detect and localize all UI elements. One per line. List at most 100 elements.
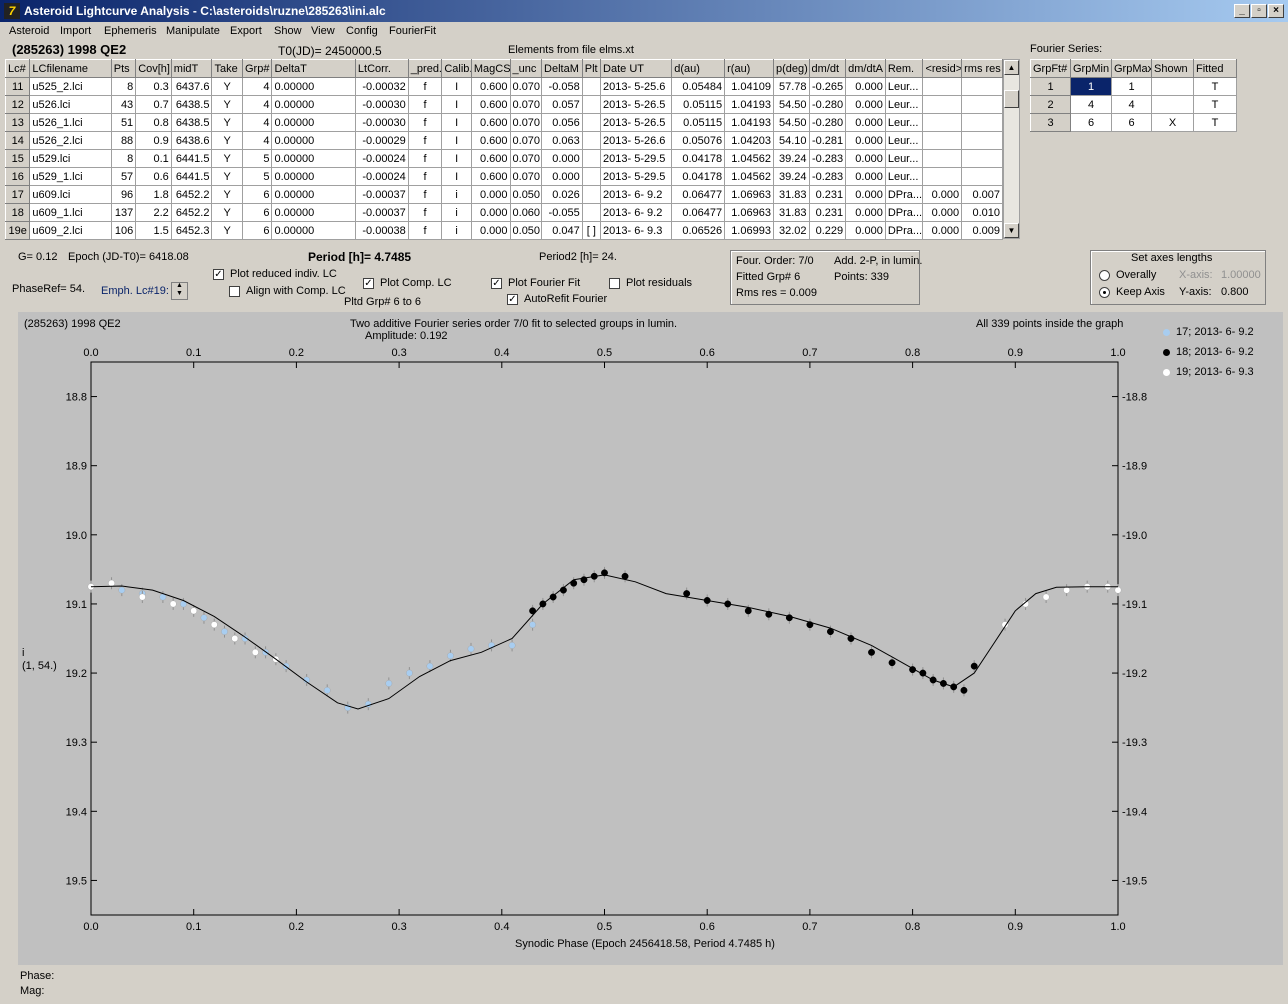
table-cell[interactable]: 0.056	[541, 113, 583, 132]
table-cell[interactable]: -0.00032	[354, 77, 409, 96]
table-cell[interactable]	[1151, 95, 1194, 114]
row-header[interactable]: 12	[4, 95, 31, 114]
table-cell[interactable]: 0.05076	[671, 131, 726, 150]
lc-col-header[interactable]: r(au)	[724, 59, 774, 78]
table-cell[interactable]: f	[407, 113, 443, 132]
table-cell[interactable]: 0.05484	[671, 77, 726, 96]
table-cell[interactable]: f	[407, 77, 443, 96]
table-cell[interactable]: 0.000	[845, 167, 886, 186]
table-cell[interactable]	[961, 131, 1003, 150]
table-cell[interactable]: 0.8	[135, 113, 172, 132]
table-cell[interactable]: 2013- 5-26.5	[600, 113, 673, 132]
table-cell[interactable]: Y	[211, 149, 243, 168]
table-row[interactable]: 18 u609_1.lci 137 2.2 6452.2 Y 6 0.00000 -0.0003…	[4, 203, 1003, 222]
table-cell[interactable]: 0.047	[541, 221, 583, 240]
table-cell[interactable]: 0.009	[961, 221, 1003, 240]
row-header[interactable]: 16	[4, 167, 31, 186]
lc-col-header[interactable]: Cov[h]	[135, 59, 172, 78]
table-cell[interactable]: u529_1.lci	[29, 167, 112, 186]
table-cell[interactable]: u526.lci	[29, 95, 112, 114]
table-cell[interactable]: 6441.5	[170, 149, 213, 168]
table-cell[interactable]: 0.00000	[271, 167, 356, 186]
table-cell[interactable]	[961, 95, 1003, 114]
table-cell[interactable]: 4	[241, 113, 273, 132]
table-cell[interactable]: 106	[110, 221, 137, 240]
table-cell[interactable]: 0.070	[509, 149, 543, 168]
table-cell[interactable]: 0.06477	[671, 185, 726, 204]
table-row[interactable]: 12 u526.lci 43 0.7 6438.5 Y 4 0.00000 -0.00030 f I…	[4, 95, 1003, 114]
table-cell[interactable]: 0.070	[509, 77, 543, 96]
table-cell[interactable]: -0.00030	[354, 113, 409, 132]
table-cell[interactable]: 0.06526	[671, 221, 726, 240]
table-cell[interactable]: 0.04178	[671, 149, 726, 168]
table-cell[interactable]: Leur...	[884, 113, 924, 132]
table-cell[interactable]: Y	[211, 95, 243, 114]
table-cell[interactable]: 6	[241, 221, 273, 240]
table-cell[interactable]: 2013- 5-26.6	[600, 131, 673, 150]
table-row[interactable]: 366XT	[1030, 113, 1237, 132]
table-cell[interactable]: 88	[110, 131, 137, 150]
menu-fourierfit[interactable]: FourierFit	[389, 25, 436, 37]
menu-ephemeris[interactable]: Ephemeris	[104, 25, 157, 37]
row-header[interactable]: 18	[4, 203, 31, 222]
table-cell[interactable]: f	[407, 131, 443, 150]
spin-down-icon[interactable]: ▼	[176, 290, 183, 297]
table-cell[interactable]	[961, 149, 1003, 168]
table-cell[interactable]: f	[407, 95, 443, 114]
menu-manipulate[interactable]: Manipulate	[166, 25, 220, 37]
table-cell[interactable]: 0.3	[135, 77, 172, 96]
table-cell[interactable]: 6	[241, 185, 273, 204]
table-cell[interactable]: 0.060	[509, 203, 543, 222]
table-cell[interactable]: I	[441, 113, 472, 132]
table-cell[interactable]: 1.06963	[724, 185, 774, 204]
table-cell[interactable]: 1	[1070, 77, 1112, 96]
table-cell[interactable]: 0.7	[135, 95, 172, 114]
table-cell[interactable]: 0.600	[470, 149, 511, 168]
table-cell[interactable]: 0.057	[541, 95, 583, 114]
table-cell[interactable]: 5	[241, 167, 273, 186]
table-cell[interactable]: 54.10	[772, 131, 810, 150]
row-header[interactable]: 13	[4, 113, 31, 132]
table-cell[interactable]: 0.000	[541, 167, 583, 186]
table-row[interactable]: 11 u525_2.lci 8 0.3 6437.6 Y 4 0.00000 -0.00032 f…	[4, 77, 1003, 96]
table-cell[interactable]: 0.600	[470, 95, 511, 114]
table-cell[interactable]: 0.231	[808, 203, 847, 222]
table-cell[interactable]	[922, 149, 963, 168]
table-cell[interactable]: 0.229	[808, 221, 847, 240]
row-header[interactable]: 3	[1030, 113, 1071, 132]
table-cell[interactable]: 0.231	[808, 185, 847, 204]
menu-show[interactable]: Show	[274, 25, 302, 37]
table-cell[interactable]: -0.058	[541, 77, 583, 96]
table-cell[interactable]: I	[441, 167, 472, 186]
table-cell[interactable]: 39.24	[772, 167, 810, 186]
close-button[interactable]: ×	[1268, 4, 1284, 18]
table-cell[interactable]: 0.000	[845, 203, 886, 222]
table-cell[interactable]: 0.000	[922, 221, 963, 240]
menu-view[interactable]: View	[311, 25, 335, 37]
spin-up-icon[interactable]: ▲	[176, 282, 183, 289]
table-cell[interactable]: -0.265	[808, 77, 847, 96]
table-cell[interactable]: 0.000	[470, 203, 511, 222]
table-cell[interactable]: I	[441, 77, 472, 96]
table-cell[interactable]: 8	[110, 149, 137, 168]
table-cell[interactable]: DPra...	[884, 185, 924, 204]
table-cell[interactable]: 0.06477	[671, 203, 726, 222]
lc-col-header[interactable]: <resid>	[922, 59, 963, 78]
table-cell[interactable]: 2013- 5-29.5	[600, 167, 673, 186]
table-cell[interactable]: -0.055	[541, 203, 583, 222]
table-cell[interactable]: 0.9	[135, 131, 172, 150]
table-row[interactable]: 15 u529.lci 8 0.1 6441.5 Y 5 0.00000 -0.00024 f I 0…	[4, 149, 1003, 168]
fourier-col-header[interactable]: Fitted	[1193, 59, 1237, 78]
table-cell[interactable]: 0.000	[845, 131, 886, 150]
table-cell[interactable]: Y	[211, 167, 243, 186]
fourier-series-table[interactable]: GrpFt# GrpMin GrpMax Shown Fitted 111T244T36…	[1030, 59, 1237, 132]
table-cell[interactable]: 6	[241, 203, 273, 222]
table-cell[interactable]: 57	[110, 167, 137, 186]
table-cell[interactable]: 0.00000	[271, 221, 356, 240]
table-cell[interactable]: 2013- 5-26.5	[600, 95, 673, 114]
table-cell[interactable]	[961, 167, 1003, 186]
lightcurve-table[interactable]: Lc# LCfilename Pts Cov[h] midT Take Grp# DeltaT…	[4, 59, 1003, 240]
table-cell[interactable]	[581, 149, 602, 168]
lc-col-header[interactable]: LCfilename	[29, 59, 112, 78]
row-header[interactable]: 2	[1030, 95, 1071, 114]
